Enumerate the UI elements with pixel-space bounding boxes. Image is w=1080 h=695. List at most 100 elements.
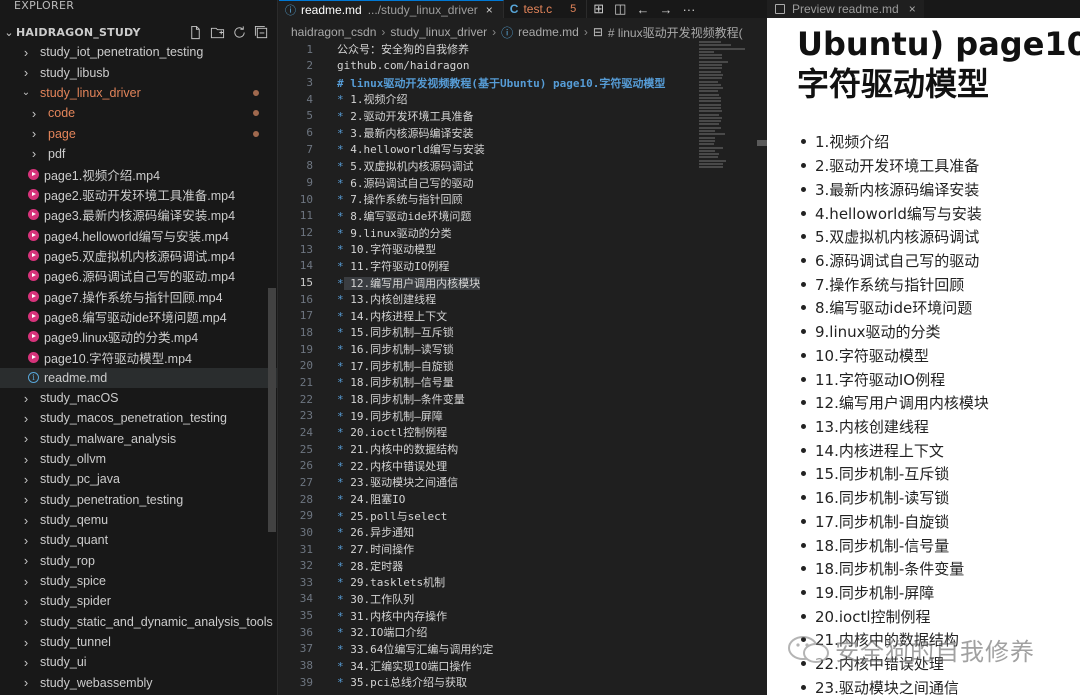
breadcrumb-item[interactable]: # linux驱动开发视频教程( [608, 24, 743, 41]
tree-file[interactable]: page9.linux驱动的分类.mp4 [0, 327, 277, 347]
code-line[interactable]: 33 * 29.tasklets机制 [279, 574, 767, 591]
collapse-all-icon[interactable] [253, 24, 269, 40]
chevron-right-icon[interactable]: › [20, 65, 32, 80]
tree-file[interactable]: page3.最新内核源码编译安装.mp4 [0, 205, 277, 225]
code-line[interactable]: 35 * 31.内核中内存操作 [279, 607, 767, 624]
chevron-right-icon[interactable]: › [20, 533, 32, 548]
tree-folder[interactable]: ⌄ study_linux_driver [0, 83, 277, 103]
tree-folder[interactable]: › study_static_and_dynamic_analysis_tools [0, 612, 277, 632]
sidebar-scrollbar[interactable] [268, 288, 276, 532]
code-line[interactable]: 1 公众号：安全狗的自我修养 [279, 41, 767, 58]
code-line[interactable]: 15 * 12.编写用户调用内核模块 [279, 274, 767, 291]
chevron-right-icon[interactable]: › [20, 391, 32, 406]
tree-folder[interactable]: › study_quant [0, 530, 277, 550]
code-line[interactable]: 28 * 24.阻塞IO [279, 491, 767, 508]
code-line[interactable]: 27 * 23.驱动模块之间通信 [279, 474, 767, 491]
tree-folder[interactable]: › study_penetration_testing [0, 490, 277, 510]
tree-folder[interactable]: › page [0, 123, 277, 143]
chevron-right-icon[interactable]: › [20, 411, 32, 426]
chevron-right-icon[interactable]: › [20, 492, 32, 507]
code-line[interactable]: 21 * 18.同步机制—信号量 [279, 374, 767, 391]
chevron-right-icon[interactable]: › [20, 452, 32, 467]
tree-file[interactable]: page5.双虚拟机内核源码调试.mp4 [0, 245, 277, 265]
tree-file[interactable]: page7.操作系统与指针回顾.mp4 [0, 286, 277, 306]
close-icon[interactable]: × [486, 3, 493, 17]
tree-file[interactable]: page10.字符驱动模型.mp4 [0, 347, 277, 367]
chevron-right-icon[interactable]: › [20, 574, 32, 589]
code-line[interactable]: 10 * 7.操作系统与指针回顾 [279, 191, 767, 208]
code-line[interactable]: 26 * 22.内核中错误处理 [279, 457, 767, 474]
tree-folder[interactable]: › pdf [0, 144, 277, 164]
close-icon[interactable]: × [909, 2, 916, 16]
code-line[interactable]: 30 * 26.异步通知 [279, 524, 767, 541]
chevron-right-icon[interactable]: › [20, 45, 32, 60]
chevron-right-icon[interactable]: › [20, 513, 32, 528]
code-line[interactable]: 12 * 9.linux驱动的分类 [279, 224, 767, 241]
go-back-icon[interactable]: ← [636, 2, 649, 17]
tree-file[interactable]: page6.源码调试自己写的驱动.mp4 [0, 266, 277, 286]
code-line[interactable]: 8 * 5.双虚拟机内核源码调试 [279, 158, 767, 175]
code-line[interactable]: 14 * 11.字符驱动IO例程 [279, 258, 767, 275]
code-line[interactable]: 2 github.com/haidragon [279, 58, 767, 75]
chevron-right-icon[interactable]: › [20, 553, 32, 568]
editor-scrollbar[interactable] [757, 140, 767, 146]
code-line[interactable]: 31 * 27.时间操作 [279, 541, 767, 558]
minimap[interactable] [699, 41, 747, 171]
code-line[interactable]: 11 * 8.编写驱动ide环境问题 [279, 208, 767, 225]
code-line[interactable]: 39 * 35.pci总线介绍与获取 [279, 674, 767, 691]
chevron-right-icon[interactable]: › [20, 472, 32, 487]
chevron-right-icon[interactable]: › [28, 126, 40, 141]
chevron-right-icon[interactable]: › [20, 675, 32, 690]
code-line[interactable]: 7 * 4.helloworld编写与安装 [279, 141, 767, 158]
chevron-down-icon[interactable]: ⌄ [2, 26, 16, 39]
code-line[interactable]: 18 * 15.同步机制—互斥锁 [279, 324, 767, 341]
tree-folder[interactable]: › study_spice [0, 571, 277, 591]
tree-file[interactable]: page4.helloworld编写与安装.mp4 [0, 225, 277, 245]
tab-test-c[interactable]: C test.c 5 [504, 0, 588, 18]
code-line[interactable]: 36 * 32.IO端口介绍 [279, 624, 767, 641]
tree-folder[interactable]: › study_ollvm [0, 449, 277, 469]
tree-folder[interactable]: › study_rop [0, 551, 277, 571]
code-line[interactable]: 37 * 33.64位编写汇编与调用约定 [279, 641, 767, 658]
chevron-right-icon[interactable]: › [28, 106, 40, 121]
chevron-right-icon[interactable]: › [20, 655, 32, 670]
code-line[interactable]: 22 * 18.同步机制—条件变量 [279, 391, 767, 408]
breadcrumb-item[interactable]: study_linux_driver [390, 25, 487, 39]
tree-file[interactable]: page2.驱动开发环境工具准备.mp4 [0, 184, 277, 204]
code-line[interactable]: 32 * 28.定时器 [279, 557, 767, 574]
go-forward-icon[interactable]: → [659, 2, 672, 17]
tree-folder[interactable]: › study_libusb [0, 62, 277, 82]
code-line[interactable]: 23 * 19.同步机制—屏障 [279, 407, 767, 424]
tree-folder[interactable]: › study_tunnel [0, 632, 277, 652]
new-folder-icon[interactable] [209, 24, 225, 40]
code-line[interactable]: 16 * 13.内核创建线程 [279, 291, 767, 308]
code-line[interactable]: 9 * 6.源码调试自己写的驱动 [279, 174, 767, 191]
tree-folder[interactable]: › study_pc_java [0, 469, 277, 489]
code-line[interactable]: 3 # linux驱动开发视频教程(基于Ubuntu) page10.字符驱动模型 [279, 74, 767, 91]
refresh-icon[interactable] [231, 24, 247, 40]
tree-folder[interactable]: › study_qemu [0, 510, 277, 530]
code-line[interactable]: 38 * 34.汇编实现IO端口操作 [279, 657, 767, 674]
new-file-icon[interactable] [187, 24, 203, 40]
code-line[interactable]: 20 * 17.同步机制—自旋锁 [279, 357, 767, 374]
tree-folder[interactable]: › study_spider [0, 591, 277, 611]
tree-folder[interactable]: › study_iot_penetration_testing [0, 42, 277, 62]
tree-folder[interactable]: › code [0, 103, 277, 123]
code-line[interactable]: 25 * 21.内核中的数据结构 [279, 441, 767, 458]
code-area[interactable]: 1 公众号：安全狗的自我修养 2 github.com/haidragon 3 # lin… [279, 41, 767, 691]
chevron-down-icon[interactable]: ⌄ [20, 87, 32, 98]
more-actions-icon[interactable]: ··· [682, 2, 695, 17]
tab-preview-readme[interactable]: Preview readme.md × [767, 0, 924, 18]
breadcrumb-item[interactable]: haidragon_csdn [291, 25, 376, 39]
split-editor-icon[interactable]: ◫ [614, 1, 626, 17]
chevron-right-icon[interactable]: › [20, 614, 32, 629]
tree-folder[interactable]: › study_malware_analysis [0, 429, 277, 449]
breadcrumb-item[interactable]: readme.md [518, 25, 579, 39]
tree-file[interactable]: page8.编写驱动ide环境问题.mp4 [0, 306, 277, 326]
tab-readme[interactable]: ⓘ readme.md .../study_linux_driver × [279, 0, 504, 18]
code-line[interactable]: 5 * 2.驱动开发环境工具准备 [279, 108, 767, 125]
chevron-right-icon[interactable]: › [28, 146, 40, 161]
code-line[interactable]: 4 * 1.视频介绍 [279, 91, 767, 108]
code-line[interactable]: 29 * 25.poll与select [279, 507, 767, 524]
tree-file[interactable]: i readme.md [0, 367, 277, 388]
